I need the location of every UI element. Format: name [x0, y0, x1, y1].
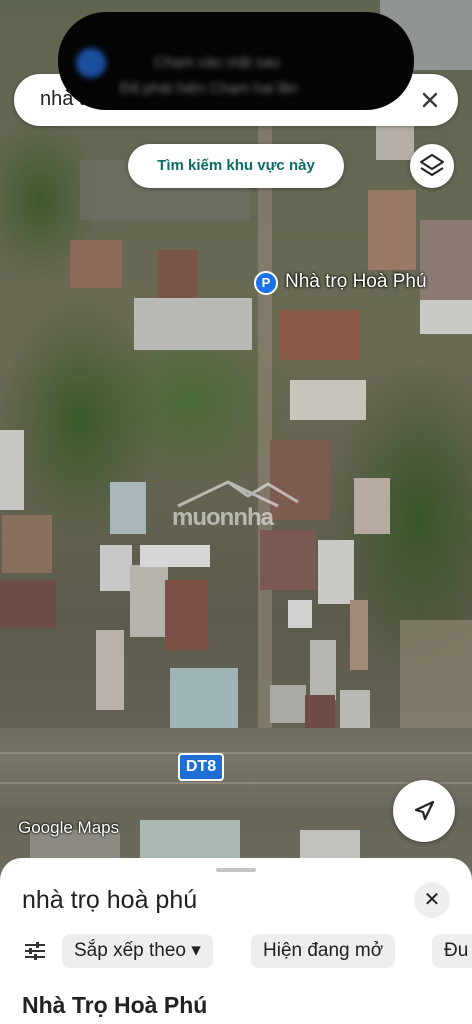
sheet-close-button[interactable]: ✕ [414, 882, 450, 918]
rooftop [70, 240, 122, 288]
more-chip[interactable]: Đu [432, 934, 472, 968]
rooftop [2, 515, 52, 573]
road-shield: DT8 [178, 753, 224, 781]
layers-button[interactable] [410, 144, 454, 188]
rooftop [368, 190, 416, 270]
sort-chip[interactable]: Sắp xếp theo ▾ [62, 934, 213, 968]
rooftop [130, 565, 168, 637]
open-now-chip[interactable]: Hiện đang mở [251, 934, 396, 968]
watermark-text: muonnha [172, 504, 274, 531]
google-maps-logo: Google Maps [18, 818, 120, 837]
results-sheet[interactable]: nhà trọ hoà phú ✕ Sắp xếp theo ▾ Hiện đa… [0, 858, 472, 1024]
rooftop [350, 600, 368, 670]
satellite-map[interactable]: P Nhà trọ Hoà Phú muonnha DT8 Google Map… [0, 0, 472, 880]
accessibility-toast: Chạm vào mặt sau Đã phát hiện Chạm hai l… [58, 12, 414, 110]
search-this-area-button[interactable]: Tìm kiếm khu vực này [128, 144, 344, 188]
rooftop [376, 120, 414, 160]
rooftop [290, 380, 366, 420]
rooftop [318, 540, 354, 604]
rooftop [0, 430, 24, 510]
rooftop [354, 478, 390, 534]
layers-icon [420, 154, 444, 176]
place-pin-icon[interactable]: P [254, 271, 278, 295]
navigation-arrow-icon [414, 800, 435, 821]
rooftop [270, 685, 306, 723]
side-road [258, 100, 272, 730]
tune-icon[interactable] [22, 938, 48, 964]
toast-line-1: Chạm vào mặt sau [154, 54, 280, 71]
result-title[interactable]: Nhà Trọ Hoà Phú [22, 992, 207, 1019]
rooftop [260, 530, 316, 590]
rooftop [158, 250, 198, 298]
place-label[interactable]: Nhà trọ Hoà Phú [285, 271, 427, 293]
rooftop [280, 310, 360, 360]
rooftop [170, 668, 238, 730]
rooftop [96, 630, 124, 710]
toast-icon [76, 48, 106, 78]
rooftop [310, 640, 336, 700]
my-location-button[interactable] [393, 780, 455, 842]
rooftop [0, 580, 56, 628]
drag-handle[interactable] [216, 868, 256, 872]
close-icon[interactable] [416, 86, 444, 114]
rooftop [140, 820, 240, 860]
rooftop [288, 600, 312, 628]
rooftop [420, 300, 472, 334]
watermark-logo: muonnha [168, 478, 308, 531]
rooftop [100, 545, 132, 591]
rooftop [400, 620, 472, 730]
sheet-query: nhà trọ hoà phú [22, 886, 198, 914]
toast-line-2: Đã phát hiện Chạm hai lần [120, 80, 298, 97]
rooftop [165, 580, 207, 650]
close-icon: ✕ [423, 889, 441, 911]
rooftop [134, 298, 252, 350]
rooftop [140, 545, 210, 567]
rooftop [110, 482, 146, 534]
